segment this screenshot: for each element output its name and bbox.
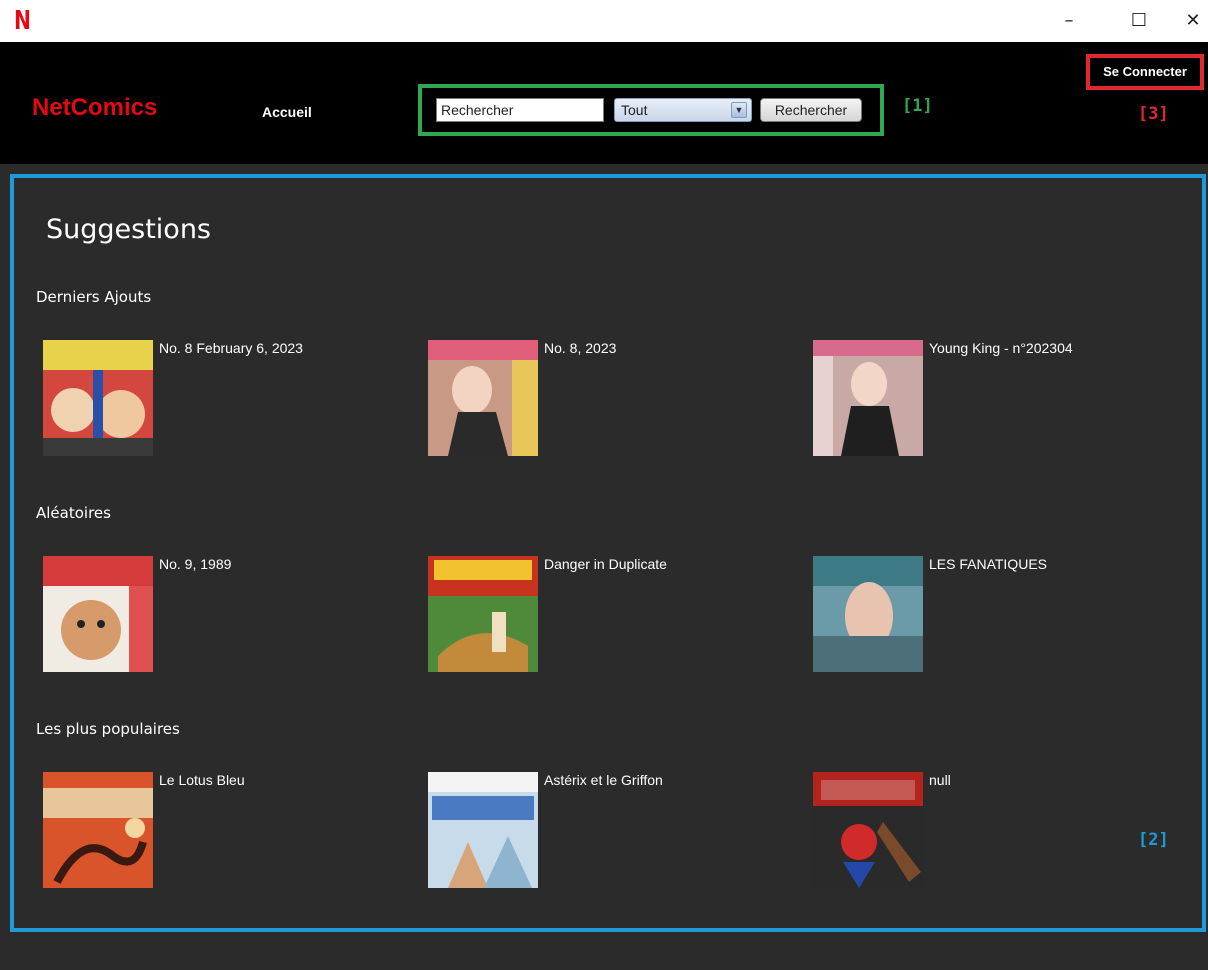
suggestions-panel: Suggestions Derniers Ajouts No. 8 Februa… [10, 174, 1206, 932]
comic-cover[interactable] [813, 772, 923, 888]
comic-title[interactable]: LES FANATIQUES [929, 556, 1047, 572]
comic-card[interactable]: Young King - n°202304 [813, 340, 1173, 458]
comic-card[interactable]: Danger in Duplicate [428, 556, 788, 674]
search-input[interactable] [436, 98, 604, 122]
category-label-latest: Derniers Ajouts [36, 288, 152, 306]
comic-title[interactable]: Danger in Duplicate [544, 556, 667, 572]
comic-card[interactable]: null [813, 772, 1173, 890]
annotation-label-1: [1] [902, 96, 933, 116]
brand-logo[interactable]: NetComics [32, 94, 157, 122]
search-button[interactable]: Rechercher [760, 98, 862, 122]
comic-cover[interactable] [428, 556, 538, 672]
comic-card[interactable]: No. 8, 2023 [428, 340, 788, 458]
comic-cover[interactable] [43, 772, 153, 888]
comic-title[interactable]: No. 8, 2023 [544, 340, 616, 356]
comic-card[interactable]: No. 9, 1989 [43, 556, 403, 674]
minimize-button[interactable]: – [1046, 6, 1092, 36]
comic-title[interactable]: No. 8 February 6, 2023 [159, 340, 303, 356]
window-titlebar: N – ☐ ✕ [0, 0, 1208, 42]
comic-title[interactable]: null [929, 772, 951, 788]
chevron-down-icon[interactable]: ▼ [731, 102, 747, 118]
comic-title[interactable]: No. 9, 1989 [159, 556, 231, 572]
comic-title[interactable]: Le Lotus Bleu [159, 772, 245, 788]
close-button[interactable]: ✕ [1170, 6, 1208, 36]
app-logo-icon: N [14, 6, 31, 36]
annotation-label-2: [2] [1138, 830, 1169, 850]
comic-card[interactable]: Astérix et le Griffon [428, 772, 788, 890]
category-label-random: Aléatoires [36, 504, 111, 522]
page-title: Suggestions [46, 214, 211, 245]
comic-card[interactable]: Le Lotus Bleu [43, 772, 403, 890]
comic-cover[interactable] [43, 340, 153, 456]
comic-card[interactable]: No. 8 February 6, 2023 [43, 340, 403, 458]
comic-cover[interactable] [813, 556, 923, 672]
comic-card[interactable]: LES FANATIQUES [813, 556, 1173, 674]
comic-cover[interactable] [428, 340, 538, 456]
maximize-button[interactable]: ☐ [1116, 6, 1162, 36]
annotation-label-3: [3] [1138, 104, 1169, 124]
comic-cover[interactable] [813, 340, 923, 456]
app-header: NetComics Accueil Tout ▼ Rechercher [1] … [0, 42, 1208, 164]
comic-cover[interactable] [428, 772, 538, 888]
comic-cover[interactable] [43, 556, 153, 672]
comic-title[interactable]: Astérix et le Griffon [544, 772, 663, 788]
login-button[interactable]: Se Connecter [1092, 60, 1198, 84]
search-bar-frame: Tout ▼ Rechercher [418, 84, 884, 136]
nav-home-link[interactable]: Accueil [262, 104, 312, 120]
filter-selected-value: Tout [621, 102, 648, 118]
category-filter-select[interactable]: Tout ▼ [614, 98, 752, 122]
category-label-popular: Les plus populaires [36, 720, 180, 738]
footer-strip [0, 932, 1208, 970]
comic-title[interactable]: Young King - n°202304 [929, 340, 1073, 356]
